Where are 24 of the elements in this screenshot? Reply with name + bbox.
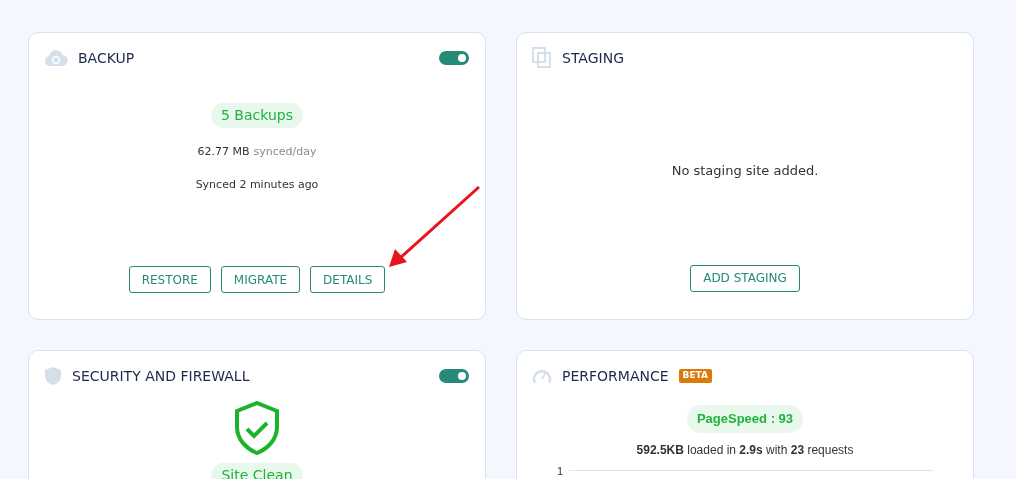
card-title: PERFORMANCE [562, 366, 669, 386]
load-summary: 592.5KB loaded in 2.9s with 23 requests [636, 441, 854, 459]
toggle-switch[interactable] [439, 51, 469, 65]
sync-size: 62.77 MB [197, 144, 250, 160]
card-title: SECURITY AND FIREWALL [72, 366, 250, 386]
action-button[interactable]: DETAILS [310, 266, 386, 293]
shield-check-icon [234, 401, 280, 455]
action-button[interactable]: MIGRATE [220, 266, 301, 293]
card-title: BACKUP [78, 48, 135, 68]
shield-icon [44, 366, 62, 386]
add-staging-button[interactable]: ADD STAGING [690, 264, 800, 292]
card-title: STAGING [562, 48, 624, 68]
copy-icon [532, 47, 552, 69]
cloud-sync-icon [44, 49, 68, 67]
axis-tick-label: 1 [557, 463, 564, 479]
toggle-switch[interactable] [439, 369, 469, 383]
action-button[interactable]: RESTORE [128, 266, 211, 293]
sync-unit: synced/day [253, 144, 317, 160]
empty-message: No staging site added. [671, 162, 819, 180]
last-synced-text: Synced 2 minutes ago [195, 176, 319, 193]
pagespeed-badge: PageSpeed : 93 [686, 405, 804, 433]
beta-tag: BETA [678, 369, 712, 383]
backups-count-badge: 5 Backups [211, 103, 303, 128]
speedometer-icon [532, 367, 552, 385]
